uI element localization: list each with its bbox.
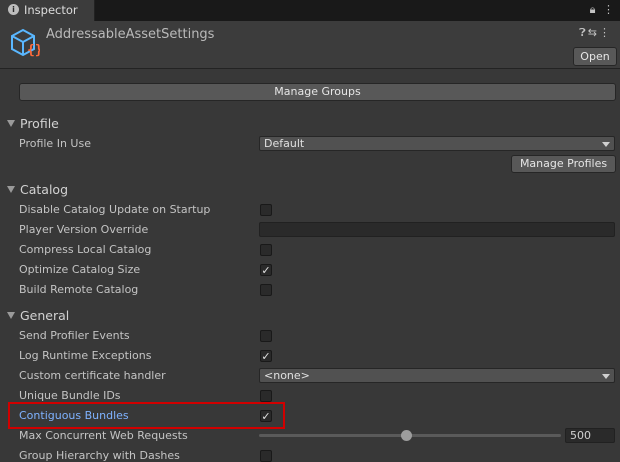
optimize-catalog-size-checkbox[interactable]: ✓ <box>260 264 272 276</box>
slider-thumb[interactable] <box>401 430 412 441</box>
asset-cube-icon: {} <box>11 28 40 58</box>
foldout-arrow-icon <box>7 120 15 127</box>
send-profiler-events-checkbox[interactable] <box>260 330 272 342</box>
disable-catalog-update-checkbox[interactable] <box>260 204 272 216</box>
section-catalog[interactable]: Catalog <box>7 182 68 197</box>
section-general[interactable]: General <box>7 308 69 323</box>
foldout-arrow-icon <box>7 186 15 193</box>
player-version-override-label: Player Version Override <box>19 223 149 236</box>
group-hierarchy-with-dashes-checkbox[interactable] <box>260 450 272 462</box>
highlight-box <box>8 402 285 429</box>
dropdown-value: <none> <box>264 369 310 382</box>
custom-certificate-handler-label: Custom certificate handler <box>19 369 166 382</box>
dropdown-value: Default <box>264 137 305 150</box>
log-runtime-exceptions-checkbox[interactable]: ✓ <box>260 350 272 362</box>
group-hierarchy-with-dashes-label: Group Hierarchy with Dashes <box>19 449 180 462</box>
max-concurrent-web-requests-field[interactable]: 500 <box>565 428 615 443</box>
disable-catalog-update-label: Disable Catalog Update on Startup <box>19 203 211 216</box>
unique-bundle-ids-label: Unique Bundle IDs <box>19 389 121 402</box>
kebab-menu-icon[interactable]: ⋮ <box>603 3 614 16</box>
profile-in-use-label: Profile In Use <box>19 137 91 150</box>
tab-tools: 🔒︎ ⋮ <box>590 3 614 17</box>
player-version-override-field[interactable] <box>259 222 615 237</box>
svg-text:{}: {} <box>27 43 40 58</box>
build-remote-catalog-checkbox[interactable] <box>260 284 272 296</box>
profile-in-use-dropdown[interactable]: Default <box>259 136 615 151</box>
chevron-down-icon <box>602 142 610 147</box>
optimize-catalog-size-label: Optimize Catalog Size <box>19 263 141 276</box>
compress-local-catalog-checkbox[interactable] <box>260 244 272 256</box>
help-icon[interactable]: ❓︎ <box>579 26 588 39</box>
unique-bundle-ids-checkbox[interactable] <box>260 390 272 402</box>
max-concurrent-web-requests-label: Max Concurrent Web Requests <box>19 429 188 442</box>
header-tools: ❓︎⇆⋮ <box>579 26 612 40</box>
section-title: Catalog <box>20 182 69 197</box>
log-runtime-exceptions-label: Log Runtime Exceptions <box>19 349 152 362</box>
tab-inspector[interactable]: i Inspector <box>0 0 95 21</box>
chevron-down-icon <box>602 374 610 379</box>
manage-groups-button[interactable]: Manage Groups <box>19 83 616 101</box>
open-button[interactable]: Open <box>573 47 617 66</box>
custom-certificate-handler-dropdown[interactable]: <none> <box>259 368 615 383</box>
section-profile[interactable]: Profile <box>7 116 59 131</box>
preset-icon[interactable]: ⇆ <box>588 26 599 39</box>
tab-title: Inspector <box>24 3 78 17</box>
tab-bar: i Inspector 🔒︎ ⋮ <box>0 0 620 21</box>
send-profiler-events-label: Send Profiler Events <box>19 329 130 342</box>
asset-header: {} AddressableAssetSettings ❓︎⇆⋮ <box>0 21 620 69</box>
section-title: Profile <box>20 116 59 131</box>
lock-icon[interactable]: 🔒︎ <box>590 3 596 16</box>
foldout-arrow-icon <box>7 312 15 319</box>
asset-title: AddressableAssetSettings <box>46 27 215 42</box>
compress-local-catalog-label: Compress Local Catalog <box>19 243 152 256</box>
build-remote-catalog-label: Build Remote Catalog <box>19 283 139 296</box>
manage-profiles-button[interactable]: Manage Profiles <box>511 155 616 173</box>
info-icon: i <box>8 4 19 15</box>
kebab-menu-icon[interactable]: ⋮ <box>599 26 612 39</box>
section-title: General <box>20 308 70 323</box>
